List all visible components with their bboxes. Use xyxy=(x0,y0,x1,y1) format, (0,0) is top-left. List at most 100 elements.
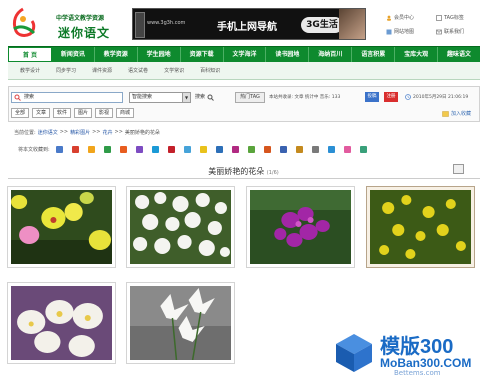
filter-button[interactable]: 软件 xyxy=(53,108,71,118)
share-service-icon[interactable] xyxy=(359,146,367,153)
nav-item-home[interactable]: 首 页 xyxy=(8,47,52,62)
nav-item-downloads[interactable]: 资源下载 xyxy=(181,47,224,62)
filter-button[interactable]: 文章 xyxy=(32,108,50,118)
contact-link[interactable]: 联系我们 xyxy=(436,28,464,35)
sitemap-icon xyxy=(386,29,392,34)
nav-item-reading[interactable]: 读书园地 xyxy=(266,47,310,62)
breadcrumb-sep: >> xyxy=(59,129,69,135)
mail-icon xyxy=(436,29,442,34)
nav-item-fun[interactable]: 趣味语文 xyxy=(438,47,480,62)
share-service-icon[interactable] xyxy=(135,146,143,153)
share-service-icon[interactable] xyxy=(87,146,95,153)
ad-banner[interactable]: www.3g3h.com 手机上网导航 3G生活 xyxy=(132,8,366,40)
search-select-value: 智能搜索 xyxy=(132,94,153,100)
nav-item-treasury[interactable]: 宝库大观 xyxy=(395,47,439,62)
breadcrumb-flowers[interactable]: 花卉 xyxy=(103,129,113,136)
share-service-icon[interactable] xyxy=(215,146,223,153)
logo-emblem-icon xyxy=(12,7,36,37)
share-service-icon[interactable] xyxy=(119,146,127,153)
share-service-icon[interactable] xyxy=(55,146,63,153)
hot-tag-button[interactable]: 热门TAG xyxy=(235,92,265,103)
page-title: 美丽娇艳的花朵 (1/6) xyxy=(0,166,487,177)
tag-link[interactable]: TAG标签 xyxy=(436,14,464,21)
subnav-item[interactable]: 语文试卷 xyxy=(128,67,148,74)
ad-text: 手机上网导航 xyxy=(217,22,277,33)
breadcrumb-pictures[interactable]: 精彩图片 xyxy=(70,129,90,136)
subnav-item[interactable]: 教学设计 xyxy=(20,67,40,74)
ad-url: www.3g3h.com xyxy=(147,20,186,26)
gallery-thumbnail[interactable] xyxy=(126,282,235,364)
search-input[interactable]: 搜索 xyxy=(11,92,123,103)
gallery-thumbnail[interactable] xyxy=(246,186,355,268)
watermark-domain: MoBan300.COM xyxy=(380,356,472,370)
flower-photo-purple-orchid xyxy=(250,190,351,264)
nav-item-students[interactable]: 学生园地 xyxy=(138,47,181,62)
share-service-icon[interactable] xyxy=(151,146,159,153)
breadcrumb-sep: >> xyxy=(114,129,123,135)
gallery-thumbnail-selected[interactable] xyxy=(366,186,475,268)
search-filters: 全部 文章 软件 图片 影视 商城 xyxy=(11,108,134,118)
subnav-item[interactable]: 百科知识 xyxy=(200,67,220,74)
flower-photo-yellow-wildflowers xyxy=(370,190,471,264)
contact-label: 联系我们 xyxy=(444,29,465,35)
search-button[interactable]: 搜索 xyxy=(195,92,229,103)
share-service-icon[interactable] xyxy=(295,146,303,153)
submit-button[interactable]: 投稿 xyxy=(365,92,379,102)
subnav-item[interactable]: 课件资源 xyxy=(92,67,112,74)
logo-title: 迷你语文 xyxy=(58,26,111,40)
date-text: 2010年5月29日 21:06:19 xyxy=(413,95,469,100)
nav-item-news[interactable]: 新闻资讯 xyxy=(52,47,95,62)
share-service-icon[interactable] xyxy=(199,146,207,153)
share-service-icon[interactable] xyxy=(71,146,79,153)
flower-photo-white-orchid xyxy=(11,286,112,360)
breadcrumb-home[interactable]: 迷你语文 xyxy=(38,129,58,136)
ad-tag: 3G生活 xyxy=(301,17,343,33)
nav-item-language[interactable]: 语言积累 xyxy=(352,47,396,62)
gallery-thumbnail[interactable] xyxy=(7,186,116,268)
share-service-icon[interactable] xyxy=(103,146,111,153)
tag-label: TAG标签 xyxy=(444,15,464,21)
breadcrumb-current: 美丽娇艳的花朵 xyxy=(124,130,160,136)
site-logo[interactable]: 中学语文教学资源 迷你语文 xyxy=(8,4,116,42)
site-stats: 本站共收录: 文章 统计中 音乐: 133 xyxy=(269,95,341,100)
add-favorite-label: 加入收藏 xyxy=(450,111,471,117)
flower-photo-white-lily xyxy=(130,286,231,361)
filter-button[interactable]: 影视 xyxy=(95,108,113,118)
gallery-count: (1/6) xyxy=(266,170,279,176)
search-panel: 搜索 智能搜索 ▼ 搜索 热门TAG 本站共收录: 文章 统计中 音乐: 133… xyxy=(8,86,480,122)
search-button-label: 搜索 xyxy=(195,94,206,100)
magnifier-icon xyxy=(207,94,214,101)
add-favorite-link[interactable]: 加入收藏 xyxy=(442,110,471,117)
share-service-icon[interactable] xyxy=(263,146,271,153)
subnav-item[interactable]: 同步学习 xyxy=(56,67,76,74)
share-service-icon[interactable] xyxy=(247,146,255,153)
watermark-title: 模版300 xyxy=(380,336,454,358)
search-type-select[interactable]: 智能搜索 ▼ xyxy=(129,92,191,103)
filter-button[interactable]: 全部 xyxy=(11,108,29,118)
slideshow-icon[interactable] xyxy=(453,164,464,174)
nav-item-haina[interactable]: 海纳百川 xyxy=(309,47,353,62)
breadcrumb: 当前位置: 迷你语文 >> 精彩图片 >> 花卉 >> 美丽娇艳的花朵 xyxy=(14,129,160,136)
share-service-icon[interactable] xyxy=(279,146,287,153)
sitemap-link[interactable]: 网站地图 xyxy=(386,28,414,35)
share-service-icon[interactable] xyxy=(343,146,351,153)
phone-icon xyxy=(135,12,145,38)
share-service-icon[interactable] xyxy=(167,146,175,153)
chevron-down-icon: ▼ xyxy=(182,93,190,102)
gallery-thumbnail[interactable] xyxy=(7,282,116,364)
logo-subtitle: 中学语文教学资源 xyxy=(56,15,105,22)
share-service-icon[interactable] xyxy=(231,146,239,153)
member-center-link[interactable]: 会员中心 xyxy=(386,14,414,21)
share-service-icon[interactable] xyxy=(311,146,319,153)
register-button[interactable]: 注册 xyxy=(384,92,398,102)
filter-button[interactable]: 图片 xyxy=(74,108,92,118)
filter-button[interactable]: 商城 xyxy=(116,108,134,118)
nav-item-teaching[interactable]: 教学资源 xyxy=(95,47,138,62)
share-service-icon[interactable] xyxy=(183,146,191,153)
search-icon xyxy=(14,94,21,101)
nav-item-literature[interactable]: 文学海洋 xyxy=(224,47,267,62)
site-header: 中学语文教学资源 迷你语文 www.3g3h.com 手机上网导航 3G生活 会… xyxy=(0,0,487,46)
subnav-item[interactable]: 文学常识 xyxy=(164,67,184,74)
gallery-thumbnail[interactable] xyxy=(126,186,235,268)
share-service-icon[interactable] xyxy=(327,146,335,153)
